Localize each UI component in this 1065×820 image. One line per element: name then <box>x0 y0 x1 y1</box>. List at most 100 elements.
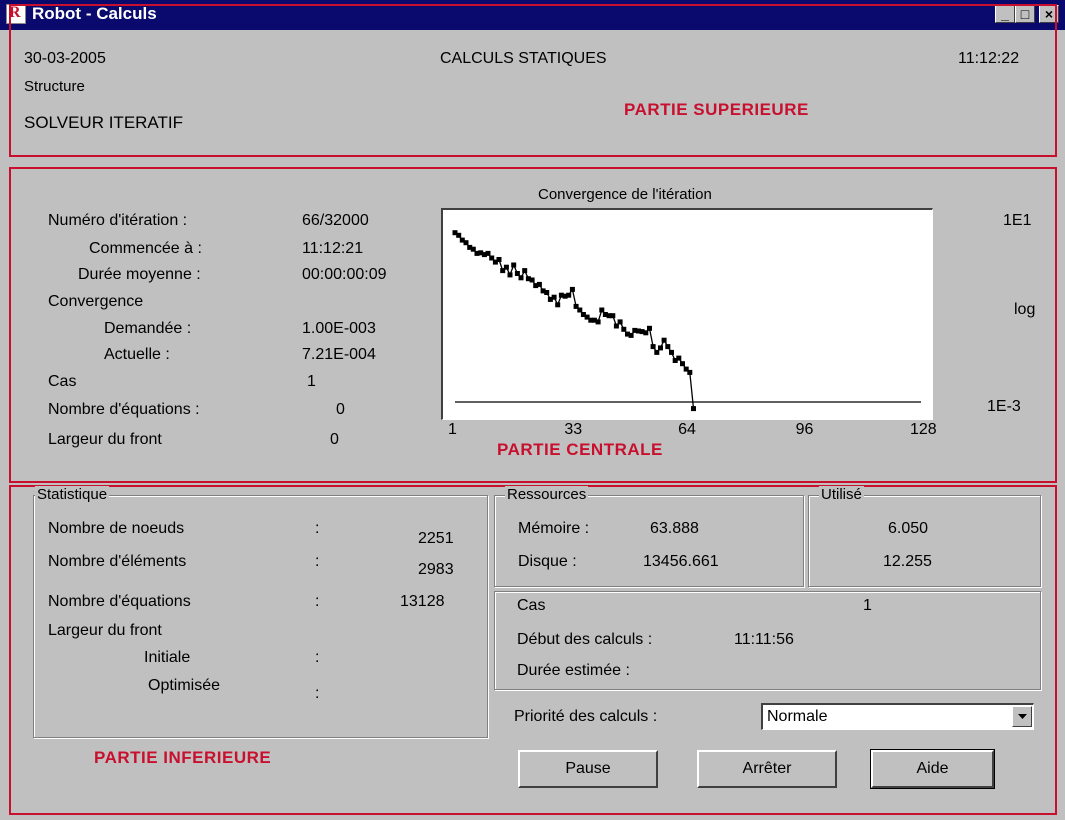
case-label: Cas <box>48 373 77 390</box>
convergence-chart <box>441 208 933 420</box>
convergence-point <box>661 337 667 343</box>
case-value: 1 <box>307 373 316 390</box>
calc-start-label: Début des calculs : <box>517 631 653 648</box>
convergence-point <box>595 319 601 325</box>
convergence-point <box>511 262 517 268</box>
header-date: 30-03-2005 <box>24 50 106 67</box>
convergence-point <box>687 369 693 375</box>
requested-value: 1.00E-003 <box>302 320 376 337</box>
memory-value: 63.888 <box>650 520 699 537</box>
priority-label: Priorité des calculs : <box>514 708 658 725</box>
y-label-bottom: 1E-3 <box>987 398 1021 415</box>
convergence-point <box>544 290 550 295</box>
pause-button[interactable]: Pause <box>518 750 658 788</box>
initial-label: Initiale <box>144 649 191 666</box>
header-heading: CALCULS STATIQUES <box>440 50 607 67</box>
utilise-group-label: Utilisé <box>819 486 864 503</box>
equations-value: 0 <box>336 401 345 418</box>
convergence-point <box>680 361 685 367</box>
convergence-point <box>577 307 583 313</box>
actual-value: 7.21E-004 <box>302 346 376 363</box>
equations-label: Nombre d'équations : <box>48 401 200 418</box>
x-tick-label: 96 <box>795 421 814 438</box>
x-tick-label: 33 <box>564 421 583 438</box>
convergence-point <box>496 257 502 262</box>
convergence-point <box>522 268 528 274</box>
convergence-point <box>628 332 634 338</box>
convergence-point <box>691 406 696 412</box>
estimated-duration-label: Durée estimée : <box>517 662 630 679</box>
solver-label: SOLVEUR ITERATIF <box>24 113 184 132</box>
convergence-point <box>621 326 627 332</box>
header-time: 11:12:22 <box>958 50 1020 67</box>
x-tick-label: 128 <box>910 421 937 438</box>
calc-case-value: 1 <box>863 597 872 614</box>
convergence-point <box>456 232 462 238</box>
stop-button[interactable]: Arrêter <box>697 750 837 788</box>
x-tick-label: 64 <box>678 421 696 438</box>
ressources-group-label: Ressources <box>505 486 589 503</box>
front-width-value: 0 <box>330 431 339 448</box>
started-value: 11:12:21 <box>302 240 364 257</box>
convergence-point <box>503 264 509 270</box>
optimized-label: Optimisée <box>148 677 221 694</box>
nodes-sep: : <box>315 520 320 537</box>
convergence-point <box>610 313 616 319</box>
iteration-number-label: Numéro d'itération : <box>48 212 188 229</box>
priority-select[interactable]: Normale <box>761 703 1034 730</box>
convergence-point <box>647 325 652 331</box>
nodes-value: 2251 <box>418 530 454 547</box>
convergence-point <box>599 307 605 313</box>
convergence-point <box>566 292 572 298</box>
utilise-group: Utilisé <box>808 486 1041 587</box>
priority-selected-value: Normale <box>767 708 828 725</box>
equations-stat-sep: : <box>315 593 320 610</box>
convergence-point <box>529 277 535 283</box>
convergence-point <box>643 330 649 336</box>
convergence-point <box>617 319 623 325</box>
x-tick-label: 1 <box>448 421 457 438</box>
y-label-top: 1E1 <box>1003 212 1032 229</box>
avg-duration-label: Durée moyenne : <box>78 266 201 283</box>
calc-case-label: Cas <box>517 597 546 614</box>
help-button[interactable]: Aide <box>871 750 994 788</box>
equations-stat-label: Nombre d'équations <box>48 593 191 610</box>
actual-label: Actuelle : <box>104 346 170 363</box>
convergence-point <box>551 294 557 300</box>
convergence-point <box>536 281 542 287</box>
chart-title: Convergence de l'itération <box>538 186 712 203</box>
y-label-scale: log <box>1014 301 1036 318</box>
avg-duration-value: 00:00:00:09 <box>302 266 387 283</box>
calc-start-value: 11:11:56 <box>734 631 794 648</box>
disk-label: Disque : <box>518 553 577 570</box>
elements-value: 2983 <box>418 561 454 578</box>
convergence-point <box>654 349 660 355</box>
front-width-label: Largeur du front <box>48 431 162 448</box>
initial-sep: : <box>315 649 320 666</box>
started-label: Commencée à : <box>89 240 202 257</box>
convergence-point <box>518 275 524 281</box>
convergence-point <box>676 355 682 361</box>
convergence-point <box>665 344 671 350</box>
convergence-point <box>658 345 663 351</box>
convergence-point <box>485 250 491 256</box>
convergence-point <box>514 271 520 276</box>
chevron-down-icon <box>1018 714 1027 719</box>
equations-stat-value: 13128 <box>400 593 445 610</box>
convergence-point <box>569 286 575 292</box>
elements-sep: : <box>315 553 320 570</box>
memory-used-value: 6.050 <box>888 520 929 537</box>
requested-label: Demandée : <box>104 320 192 337</box>
front-stat-label: Largeur du front <box>48 622 162 639</box>
ressources-group: Ressources <box>494 486 804 587</box>
convergence-point <box>463 240 469 246</box>
bottom-annotation: PARTIE INFERIEURE <box>94 748 272 767</box>
priority-dropdown-button[interactable] <box>1012 706 1032 727</box>
structure-label: Structure <box>24 78 85 95</box>
center-annotation: PARTIE CENTRALE <box>497 440 663 459</box>
convergence-chart-svg <box>452 230 921 412</box>
disk-value: 13456.661 <box>643 553 719 570</box>
convergence-point <box>669 349 674 355</box>
top-annotation: PARTIE SUPERIEURE <box>624 100 809 119</box>
top-section-highlight <box>9 4 1057 157</box>
